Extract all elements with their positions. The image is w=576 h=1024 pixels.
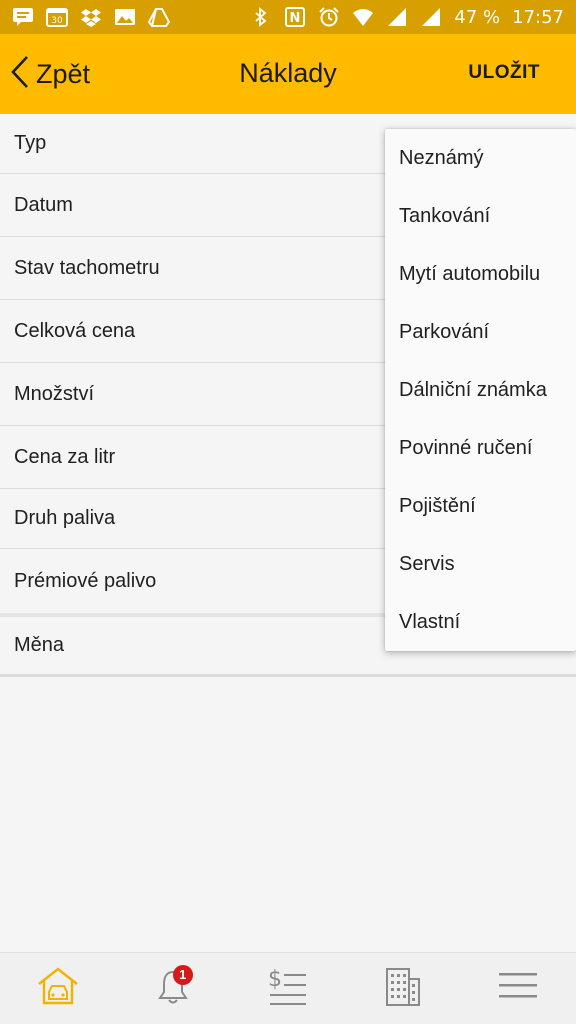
- bluetooth-icon: [250, 7, 272, 27]
- wifi-icon: [352, 7, 374, 27]
- row-label: Typ: [14, 132, 47, 154]
- message-notification-icon: [12, 7, 34, 27]
- row-label: Prémiové palivo: [14, 569, 157, 592]
- alarm-icon: [318, 7, 340, 27]
- row-label: Množství: [14, 382, 95, 405]
- nav-notifications[interactable]: 1: [143, 959, 203, 1019]
- building-icon: [383, 965, 423, 1012]
- app-bar: Zpět Náklady ULOŽIT: [0, 34, 576, 114]
- menu-item-service[interactable]: Servis: [385, 535, 576, 593]
- signal-2-icon: [420, 7, 442, 27]
- nav-buildings[interactable]: [373, 959, 433, 1019]
- menu-item-parking[interactable]: Parkování: [385, 303, 576, 361]
- row-label: Cena za litr: [14, 445, 116, 468]
- svg-text:$: $: [268, 967, 282, 992]
- svg-text:N: N: [290, 11, 301, 26]
- menu-item-highway-sticker[interactable]: Dálniční známka: [385, 361, 576, 419]
- expenses-list-icon: $: [266, 964, 310, 1013]
- bottom-navigation: 1 $: [0, 952, 576, 1024]
- drive-icon: [148, 7, 170, 27]
- menu-item-refueling[interactable]: Tankování: [385, 187, 576, 245]
- row-label: Datum: [14, 193, 73, 216]
- row-label: Celková cena: [14, 319, 136, 342]
- clock: 17:57: [512, 6, 564, 28]
- menu-item-insurance[interactable]: Pojištění: [385, 477, 576, 535]
- row-label: Stav tachometru: [14, 256, 160, 279]
- save-button[interactable]: ULOŽIT: [468, 62, 540, 84]
- svg-text:30: 30: [51, 16, 63, 26]
- menu-item-unknown[interactable]: Neznámý: [385, 129, 576, 187]
- row-label: Druh paliva: [14, 507, 116, 529]
- nfc-icon: N: [284, 7, 306, 27]
- menu-item-car-wash[interactable]: Mytí automobilu: [385, 245, 576, 303]
- type-dropdown-menu: Neznámý Tankování Mytí automobilu Parkov…: [385, 129, 576, 651]
- nav-expenses[interactable]: $: [258, 959, 318, 1019]
- car-home-icon: [36, 966, 80, 1011]
- dropbox-icon: [80, 7, 102, 27]
- menu-icon: [498, 970, 538, 1007]
- signal-icon: [386, 7, 408, 27]
- gallery-icon: [114, 7, 136, 27]
- notification-badge: 1: [172, 964, 193, 985]
- row-label: Měna: [14, 634, 65, 656]
- menu-item-custom[interactable]: Vlastní: [385, 593, 576, 651]
- nav-vehicle[interactable]: [28, 959, 88, 1019]
- menu-item-liability-insurance[interactable]: Povinné ručení: [385, 419, 576, 477]
- nav-menu[interactable]: [488, 959, 548, 1019]
- status-bar: 30 N 47 % 17:57: [0, 0, 576, 34]
- battery-percent: 47 %: [454, 6, 501, 28]
- calendar-icon: 30: [46, 7, 68, 27]
